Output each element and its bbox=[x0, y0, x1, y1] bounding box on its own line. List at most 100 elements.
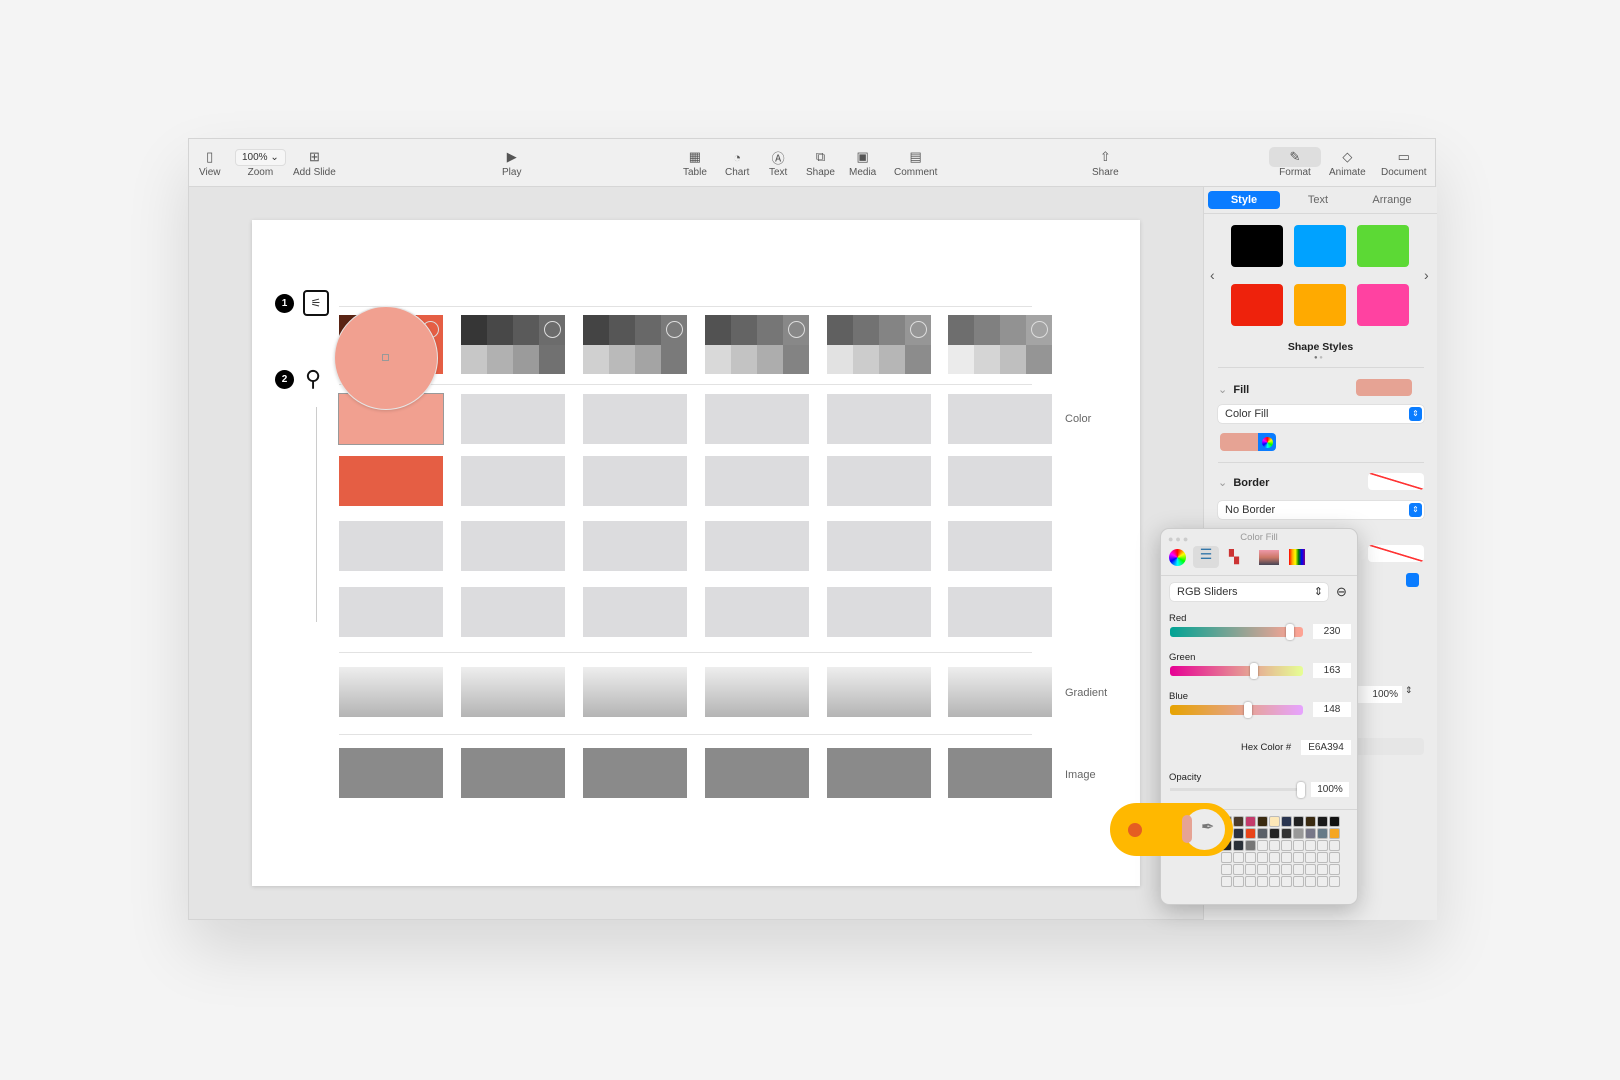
shade-cell[interactable] bbox=[974, 315, 1000, 345]
image-fill-cell[interactable] bbox=[948, 748, 1052, 798]
shadow-color-well[interactable] bbox=[1368, 545, 1424, 562]
shade-picker-handle[interactable] bbox=[666, 321, 683, 338]
palette-swatch[interactable] bbox=[1293, 864, 1304, 875]
animate-button[interactable]: ◇ Animate bbox=[1329, 147, 1366, 178]
palette-swatch[interactable] bbox=[1233, 840, 1244, 851]
palette-swatch[interactable] bbox=[1305, 864, 1316, 875]
palette-swatch[interactable] bbox=[1329, 840, 1340, 851]
palette-swatch[interactable] bbox=[1233, 876, 1244, 887]
color-fill-cell[interactable] bbox=[827, 587, 931, 637]
shade-cell[interactable] bbox=[635, 344, 661, 374]
shade-cell[interactable] bbox=[853, 315, 879, 345]
palette-swatch[interactable] bbox=[1281, 864, 1292, 875]
shade-cell[interactable] bbox=[1000, 315, 1026, 345]
shade-cell[interactable] bbox=[635, 315, 661, 345]
zoom-button[interactable]: 100% ⌄ Zoom bbox=[235, 147, 286, 178]
palette-swatch[interactable] bbox=[1305, 876, 1316, 887]
palette-swatch[interactable] bbox=[1305, 852, 1316, 863]
table-button[interactable]: ▦ Table bbox=[683, 147, 707, 178]
shade-cell[interactable] bbox=[783, 344, 809, 374]
palette-swatch[interactable] bbox=[1257, 816, 1268, 827]
play-button[interactable]: ▶ Play bbox=[502, 147, 521, 178]
palette-swatch[interactable] bbox=[1221, 852, 1232, 863]
shade-cell[interactable] bbox=[609, 344, 635, 374]
fill-color-well[interactable] bbox=[1356, 379, 1412, 396]
shade-cell[interactable] bbox=[974, 344, 1000, 374]
shade-cell[interactable] bbox=[461, 315, 487, 345]
opacity-slider[interactable] bbox=[1170, 782, 1305, 798]
media-button[interactable]: ▣ Media bbox=[849, 147, 876, 178]
shade-cell[interactable] bbox=[487, 344, 513, 374]
color-fill-cell[interactable] bbox=[827, 394, 931, 444]
palette-swatch[interactable] bbox=[1317, 840, 1328, 851]
palette-swatch[interactable] bbox=[1269, 816, 1280, 827]
shade-cell[interactable] bbox=[705, 315, 731, 345]
slide-canvas[interactable]: 1 ⚟ 2 ⚲ Color Gradient Image bbox=[252, 220, 1140, 886]
format-button[interactable]: ✎ Format bbox=[1269, 147, 1321, 178]
opacity-field[interactable]: 100% bbox=[1356, 686, 1402, 703]
palette-swatch[interactable] bbox=[1245, 828, 1256, 839]
color-fill-cell[interactable] bbox=[705, 456, 809, 506]
hex-field[interactable]: E6A394 bbox=[1301, 740, 1351, 755]
color-fill-cell[interactable] bbox=[461, 587, 565, 637]
shape-style-swatch[interactable] bbox=[1294, 225, 1346, 267]
palette-swatch[interactable] bbox=[1305, 828, 1316, 839]
border-type-select[interactable]: No Border ⇕ bbox=[1218, 501, 1424, 519]
green-field[interactable]: 163 bbox=[1313, 663, 1351, 678]
opacity-stepper[interactable]: ⇕ bbox=[1405, 685, 1413, 696]
shade-swatch-group[interactable] bbox=[705, 315, 809, 374]
shade-cell[interactable] bbox=[731, 344, 757, 374]
shade-picker-handle[interactable] bbox=[544, 321, 561, 338]
palette-swatch[interactable] bbox=[1329, 876, 1340, 887]
chevron-right-icon[interactable]: › bbox=[1424, 267, 1429, 283]
palette-swatch[interactable] bbox=[1317, 828, 1328, 839]
shape-style-swatch[interactable] bbox=[1294, 284, 1346, 326]
color-fill-cell[interactable] bbox=[461, 394, 565, 444]
comment-button[interactable]: ▤ Comment bbox=[894, 147, 937, 178]
gradient-fill-cell[interactable] bbox=[583, 667, 687, 717]
blue-field[interactable]: 148 bbox=[1313, 702, 1351, 717]
add-slide-button[interactable]: ⊞ Add Slide bbox=[293, 147, 336, 178]
color-fill-cell[interactable] bbox=[827, 456, 931, 506]
palette-swatch[interactable] bbox=[1257, 876, 1268, 887]
document-button[interactable]: ▭ Document bbox=[1381, 147, 1427, 178]
eyedropper-button-icon[interactable]: ✒ bbox=[1201, 817, 1214, 837]
palette-swatch[interactable] bbox=[1329, 864, 1340, 875]
shape-style-swatch[interactable] bbox=[1231, 225, 1283, 267]
palette-swatch[interactable] bbox=[1245, 852, 1256, 863]
stepper-icon[interactable] bbox=[1406, 573, 1419, 587]
palette-swatch[interactable] bbox=[1317, 864, 1328, 875]
color-fill-cell[interactable] bbox=[461, 521, 565, 571]
color-wheel-tab-icon[interactable] bbox=[1169, 549, 1186, 566]
red-field[interactable]: 230 bbox=[1313, 624, 1351, 639]
shape-style-swatch[interactable] bbox=[1357, 225, 1409, 267]
palette-swatch[interactable] bbox=[1245, 876, 1256, 887]
palette-swatch[interactable] bbox=[1269, 864, 1280, 875]
palette-swatch[interactable] bbox=[1281, 840, 1292, 851]
image-fill-cell[interactable] bbox=[461, 748, 565, 798]
fill-section-header[interactable]: ⌄ Fill bbox=[1218, 383, 1249, 396]
color-fill-cell[interactable] bbox=[461, 456, 565, 506]
shade-cell[interactable] bbox=[1000, 344, 1026, 374]
palette-swatch[interactable] bbox=[1257, 828, 1268, 839]
pencils-tab-icon[interactable] bbox=[1289, 549, 1305, 565]
palette-swatch[interactable] bbox=[1293, 828, 1304, 839]
fill-type-select[interactable]: Color Fill ⇕ bbox=[1218, 405, 1424, 423]
shade-swatch-group[interactable] bbox=[583, 315, 687, 374]
shade-cell[interactable] bbox=[757, 315, 783, 345]
palette-swatch[interactable] bbox=[1257, 840, 1268, 851]
tab-arrange[interactable]: Arrange bbox=[1356, 191, 1428, 209]
shade-cell[interactable] bbox=[609, 315, 635, 345]
shade-cell[interactable] bbox=[583, 315, 609, 345]
border-color-well[interactable] bbox=[1368, 473, 1424, 490]
palette-swatch[interactable] bbox=[1269, 828, 1280, 839]
palette-swatch[interactable] bbox=[1221, 864, 1232, 875]
sliders-tab-icon[interactable]: ☰ bbox=[1193, 546, 1219, 568]
gradient-fill-cell[interactable] bbox=[705, 667, 809, 717]
palette-swatch[interactable] bbox=[1305, 840, 1316, 851]
zoom-select[interactable]: 100% ⌄ bbox=[235, 148, 286, 166]
shade-cell[interactable] bbox=[513, 315, 539, 345]
shade-cell[interactable] bbox=[539, 344, 565, 374]
palette-swatch[interactable] bbox=[1329, 828, 1340, 839]
image-fill-cell[interactable] bbox=[583, 748, 687, 798]
